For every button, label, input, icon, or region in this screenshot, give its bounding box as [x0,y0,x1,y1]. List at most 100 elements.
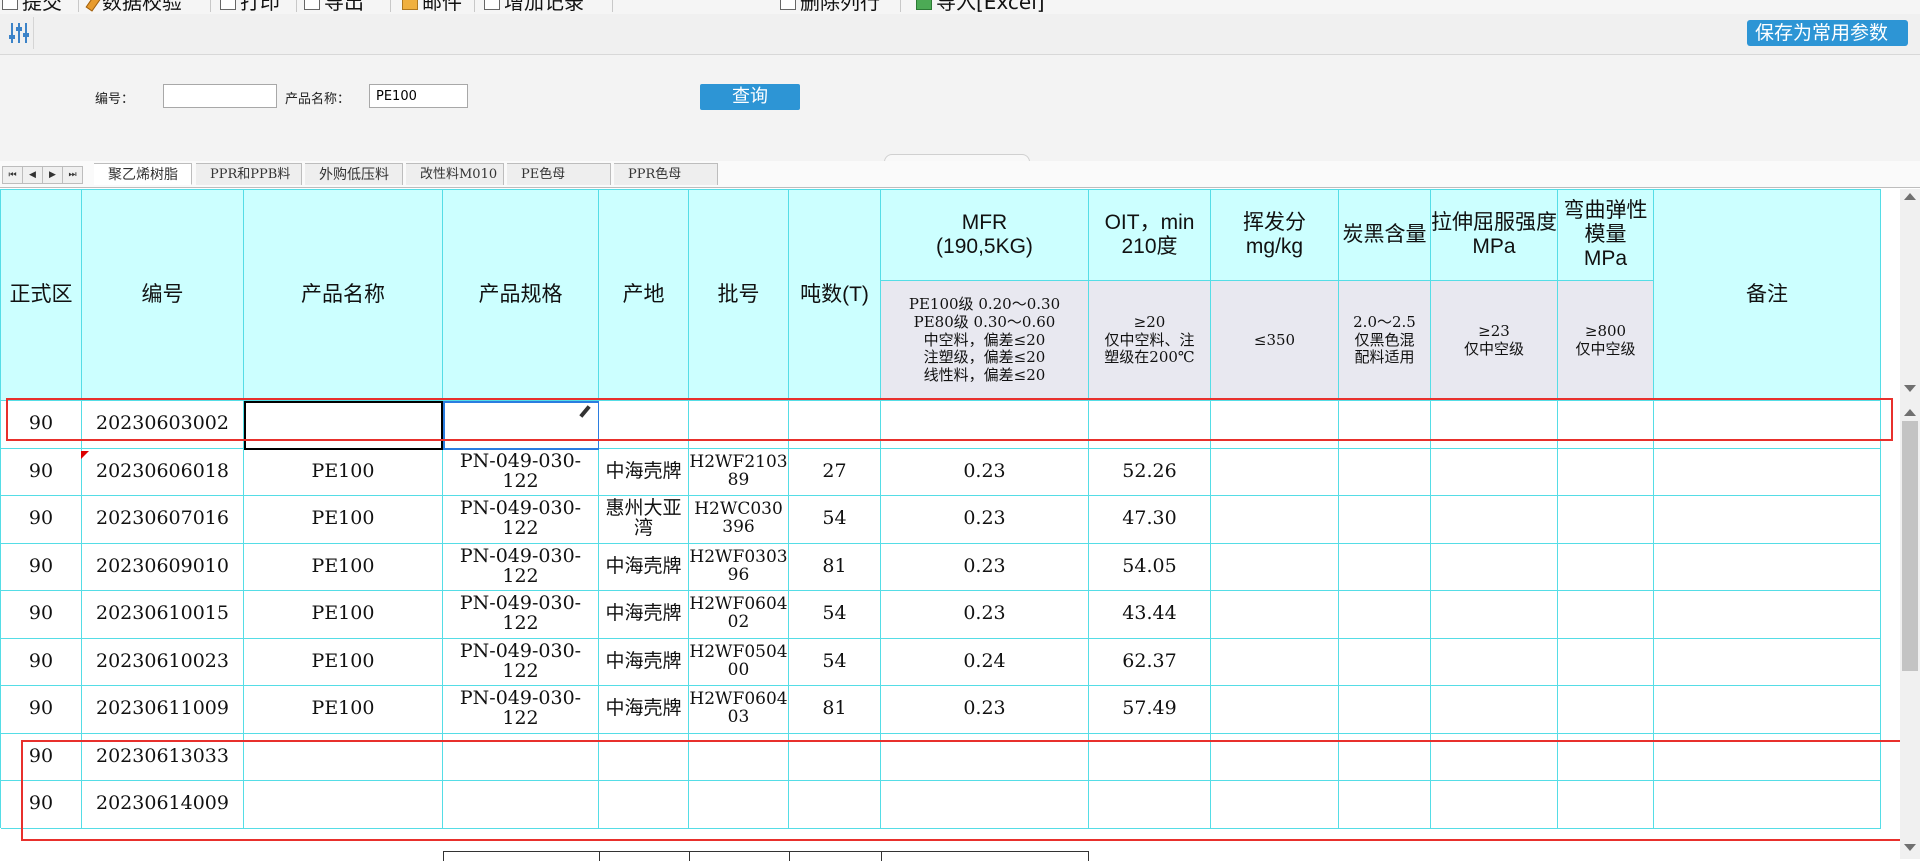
export-menu-item[interactable]: 导出 [304,0,364,14]
tab-ppr-ppb[interactable]: PPR和PPB料 [196,163,302,185]
cell-zone[interactable]: 90 [1,496,82,544]
cell-spec[interactable]: PN-049-030-122 [443,496,599,544]
cell-empty[interactable] [1211,638,1339,686]
tab-ppr-masterbatch[interactable]: PPR色母 [614,163,718,185]
cell-code[interactable]: 20230606018 [82,448,244,496]
cell-empty[interactable] [1339,496,1431,544]
cell-spec[interactable]: PN-049-030-122 [443,543,599,591]
prev-sheet-icon[interactable]: ◀ [22,166,43,184]
cell-mfr[interactable]: 0.23 [881,448,1089,496]
cell-batch[interactable]: H2WF050400 [689,638,789,686]
cell-mfr[interactable]: 0.23 [881,543,1089,591]
cell-spec[interactable]: PN-049-030-122 [443,638,599,686]
submit-menu-item[interactable]: 提交 [2,0,62,14]
vertical-scrollbar[interactable] [1900,189,1920,859]
cell-tons[interactable]: 81 [789,543,881,591]
cell-empty[interactable] [1654,496,1881,544]
cell-tons[interactable]: 81 [789,686,881,734]
cell-origin[interactable]: 惠州大亚湾 [599,496,689,544]
cell-tons[interactable]: 54 [789,591,881,639]
cell-code[interactable]: 20230611009 [82,686,244,734]
cell-empty[interactable] [1431,638,1558,686]
tab-pe-masterbatch[interactable]: PE色母 [507,163,611,185]
cell-empty[interactable] [1211,591,1339,639]
cell-empty[interactable] [1431,496,1558,544]
scroll-up-icon[interactable] [1904,193,1916,200]
scroll-down-icon[interactable] [1904,385,1916,392]
cell-origin[interactable]: 中海壳牌 [599,686,689,734]
cell-spec[interactable]: PN-049-030-122 [443,448,599,496]
cell-code[interactable]: 20230610015 [82,591,244,639]
cell-tons[interactable]: 54 [789,496,881,544]
next-sheet-icon[interactable]: ▶ [42,166,63,184]
cell-name[interactable]: PE100 [244,686,443,734]
cell-empty[interactable] [1211,448,1339,496]
validate-menu-item[interactable]: 数据校验 [85,0,182,14]
cell-empty[interactable] [1558,638,1654,686]
scroll-thumb[interactable] [1902,421,1918,671]
cell-spec[interactable]: PN-049-030-122 [443,591,599,639]
scroll-up-icon[interactable] [1904,409,1916,416]
cell-code[interactable]: 20230609010 [82,543,244,591]
cell-empty[interactable] [1558,543,1654,591]
cell-code[interactable]: 20230610023 [82,638,244,686]
cell-tons[interactable]: 27 [789,448,881,496]
cell-name[interactable]: PE100 [244,638,443,686]
first-sheet-icon[interactable]: ⏮ [2,166,23,184]
import-excel-menu-item[interactable]: 导入[Excel] [916,0,1045,14]
filter-settings-icon[interactable] [3,17,34,49]
cell-empty[interactable] [1654,448,1881,496]
cell-code[interactable]: 20230607016 [82,496,244,544]
cell-empty[interactable] [1654,591,1881,639]
cell-empty[interactable] [1339,448,1431,496]
code-input[interactable] [163,84,277,108]
cell-empty[interactable] [1654,543,1881,591]
cell-empty[interactable] [1211,686,1339,734]
cell-zone[interactable]: 90 [1,638,82,686]
add-record-menu-item[interactable]: 增加记录 [484,0,584,14]
cell-oit[interactable]: 47.30 [1089,496,1211,544]
cell-zone[interactable]: 90 [1,686,82,734]
scroll-down-icon[interactable] [1904,844,1916,851]
cell-empty[interactable] [1211,496,1339,544]
cell-spec[interactable]: PN-049-030-122 [443,686,599,734]
cell-name[interactable]: PE100 [244,496,443,544]
mail-menu-item[interactable]: 邮件 [402,0,462,14]
last-sheet-icon[interactable]: ⏭ [62,166,83,184]
cell-oit[interactable]: 52.26 [1089,448,1211,496]
cell-empty[interactable] [1654,686,1881,734]
cell-mfr[interactable]: 0.23 [881,686,1089,734]
tab-polyethylene-resin[interactable]: 聚乙烯树脂 [94,163,192,185]
cell-batch[interactable]: H2WF060402 [689,591,789,639]
save-as-common-params-button[interactable]: 保存为常用参数 [1747,20,1908,46]
tab-modified-m010[interactable]: 改性料M010 [406,163,504,185]
cell-empty[interactable] [1654,638,1881,686]
cell-empty[interactable] [1558,496,1654,544]
cell-name[interactable]: PE100 [244,448,443,496]
cell-empty[interactable] [1431,591,1558,639]
cell-mfr[interactable]: 0.23 [881,591,1089,639]
cell-batch[interactable]: H2WF030396 [689,543,789,591]
cell-mfr[interactable]: 0.23 [881,496,1089,544]
cell-origin[interactable]: 中海壳牌 [599,638,689,686]
cell-empty[interactable] [1339,543,1431,591]
cell-mfr[interactable]: 0.24 [881,638,1089,686]
cell-batch[interactable]: H2WC030396 [689,496,789,544]
cell-empty[interactable] [1431,686,1558,734]
tab-purchased-low-pressure[interactable]: 外购低压料 [305,163,403,185]
print-menu-item[interactable]: 打印 [220,0,280,14]
cell-oit[interactable]: 43.44 [1089,591,1211,639]
cell-empty[interactable] [1558,591,1654,639]
cell-tons[interactable]: 54 [789,638,881,686]
cell-empty[interactable] [1558,686,1654,734]
cell-zone[interactable]: 90 [1,543,82,591]
cell-oit[interactable]: 57.49 [1089,686,1211,734]
cell-empty[interactable] [1431,448,1558,496]
cell-name[interactable]: PE100 [244,591,443,639]
cell-oit[interactable]: 62.37 [1089,638,1211,686]
delete-rows-menu-item[interactable]: 删除列行 [780,0,880,14]
cell-empty[interactable] [1339,591,1431,639]
cell-empty[interactable] [1431,543,1558,591]
cell-zone[interactable]: 90 [1,591,82,639]
cell-name[interactable]: PE100 [244,543,443,591]
